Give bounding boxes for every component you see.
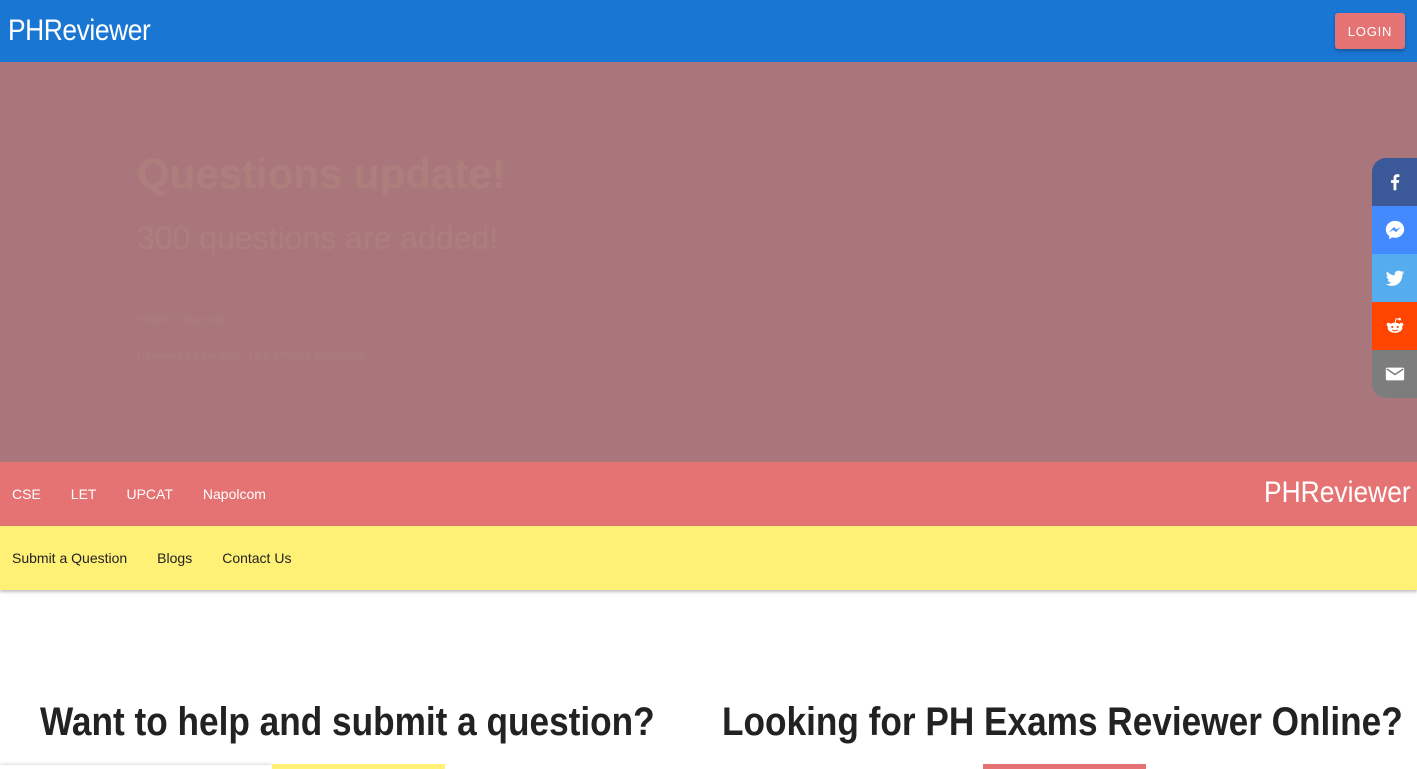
hero-banner: Questions update! 300 questions are adde…	[0, 62, 1417, 462]
share-sidebar	[1372, 158, 1417, 398]
nav-item-let[interactable]: LET	[71, 486, 97, 502]
submit-question-button[interactable]	[272, 764, 445, 769]
secondary-nav-bar: Submit a Question Blogs Contact Us	[0, 526, 1417, 590]
nav-brand-text[interactable]: PHReviewer	[1264, 476, 1411, 510]
share-twitter-button[interactable]	[1372, 254, 1417, 302]
nav-item-blogs[interactable]: Blogs	[157, 550, 192, 566]
share-messenger-button[interactable]	[1372, 206, 1417, 254]
hero-subtitle: 300 questions are added!	[137, 220, 499, 256]
nav-item-submit-question[interactable]: Submit a Question	[12, 550, 127, 566]
messenger-icon	[1385, 220, 1404, 240]
email-icon	[1385, 367, 1404, 381]
nav-item-contact-us[interactable]: Contact Us	[222, 550, 291, 566]
reddit-icon	[1386, 317, 1403, 333]
exam-nav-bar: CSE LET UPCAT Napolcom PHReviewer	[0, 462, 1417, 526]
app-bar: PHReviewer LOGIN	[0, 0, 1417, 62]
login-button[interactable]: LOGIN	[1335, 13, 1405, 49]
nav-item-napolcom[interactable]: Napolcom	[203, 486, 266, 502]
hero-meta: Posted 2 days ago	[137, 314, 229, 326]
twitter-icon	[1385, 270, 1404, 286]
share-reddit-button[interactable]	[1372, 302, 1417, 350]
start-reviewer-button[interactable]	[983, 764, 1146, 769]
hero-title: Questions update!	[137, 150, 506, 197]
submit-question-heading: Want to help and submit a question?	[40, 700, 655, 744]
hero-description: Reviewer for the CSE, LET, UPCAT, Napolc…	[137, 350, 365, 362]
brand-logo-text[interactable]: PHReviewer	[8, 14, 151, 48]
facebook-icon	[1390, 174, 1399, 191]
reviewer-online-heading: Looking for PH Exams Reviewer Online?	[722, 700, 1403, 744]
share-facebook-button[interactable]	[1372, 158, 1417, 206]
share-email-button[interactable]	[1372, 350, 1417, 398]
submit-card	[0, 765, 272, 769]
nav-item-upcat[interactable]: UPCAT	[126, 486, 172, 502]
nav-item-cse[interactable]: CSE	[12, 486, 41, 502]
